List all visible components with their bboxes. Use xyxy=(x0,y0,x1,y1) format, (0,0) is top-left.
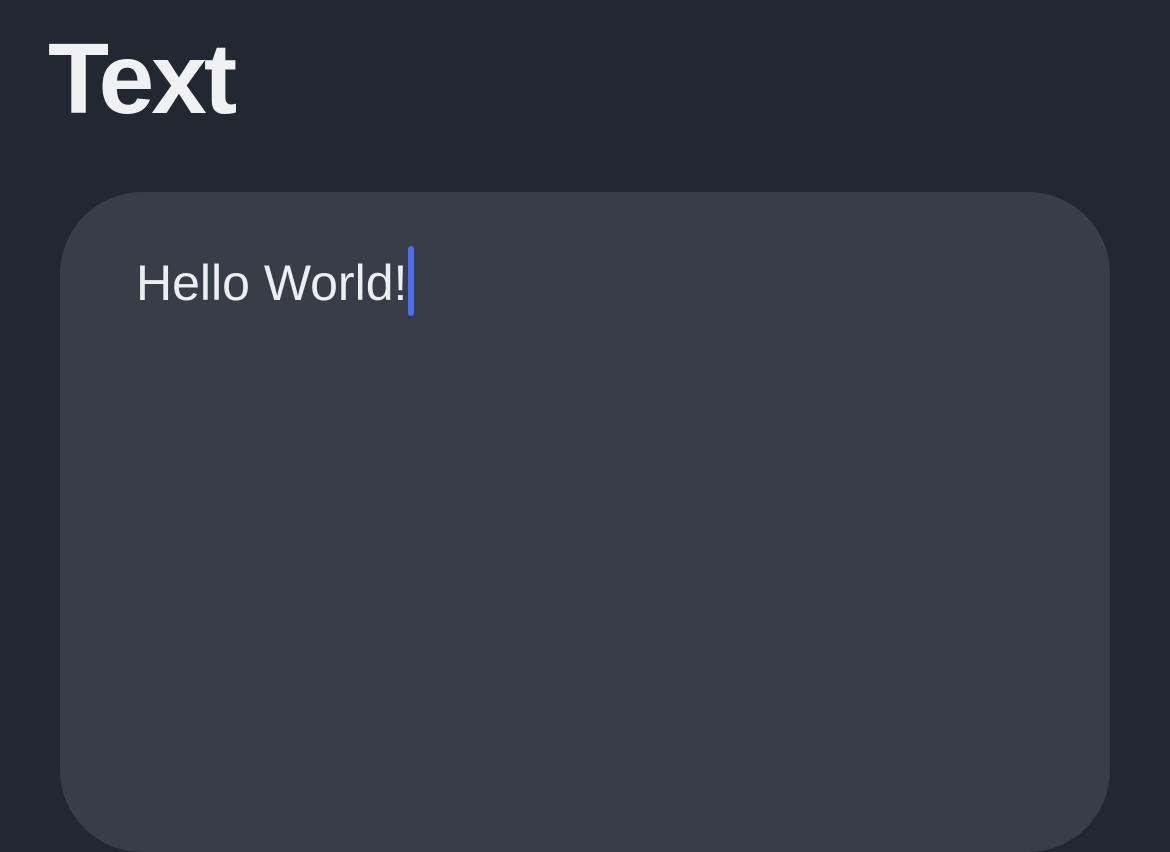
editor-content[interactable]: Hello World! xyxy=(136,253,407,313)
text-editor[interactable]: Hello World! xyxy=(60,192,1110,852)
text-cursor xyxy=(408,246,415,316)
page-title: Text xyxy=(48,23,237,135)
